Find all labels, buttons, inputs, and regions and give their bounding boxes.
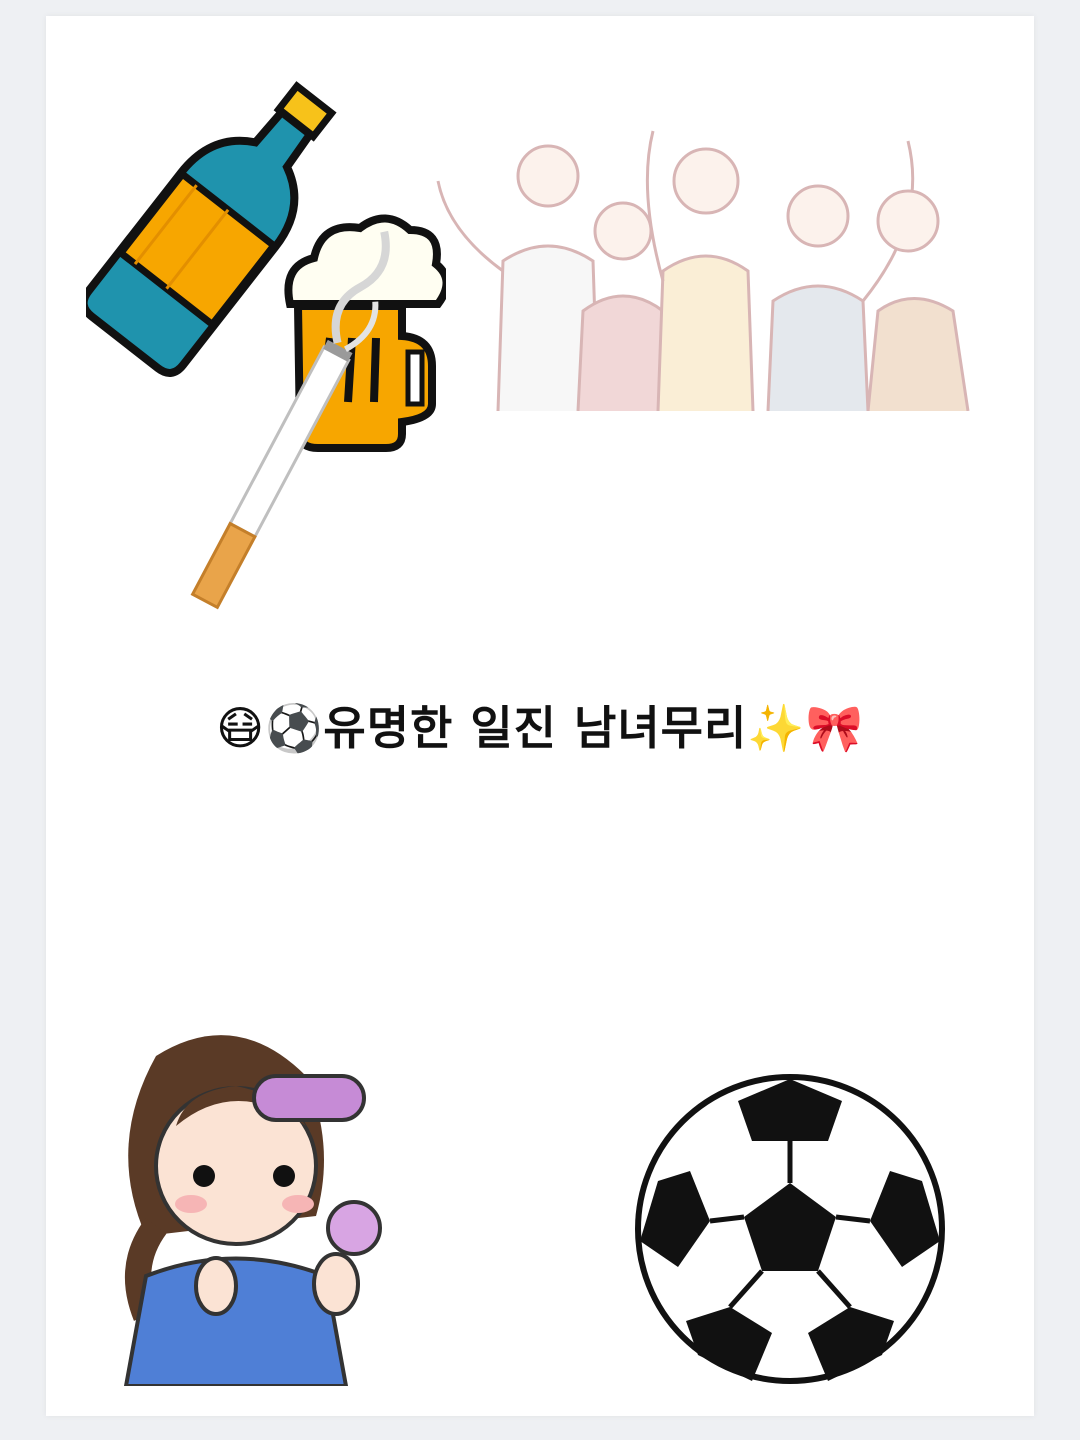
friends-group-illustration [436, 130, 970, 411]
poster-card: 😷⚽유명한 일진 남녀무리✨🎀 [46, 16, 1034, 1416]
page-title: 😷⚽유명한 일진 남녀무리✨🎀 [216, 701, 864, 755]
drinks-and-cigarette-illustration [86, 81, 446, 610]
soccer-ball-icon [635, 1074, 945, 1384]
girl-with-hair-roller-illustration [123, 1035, 382, 1386]
